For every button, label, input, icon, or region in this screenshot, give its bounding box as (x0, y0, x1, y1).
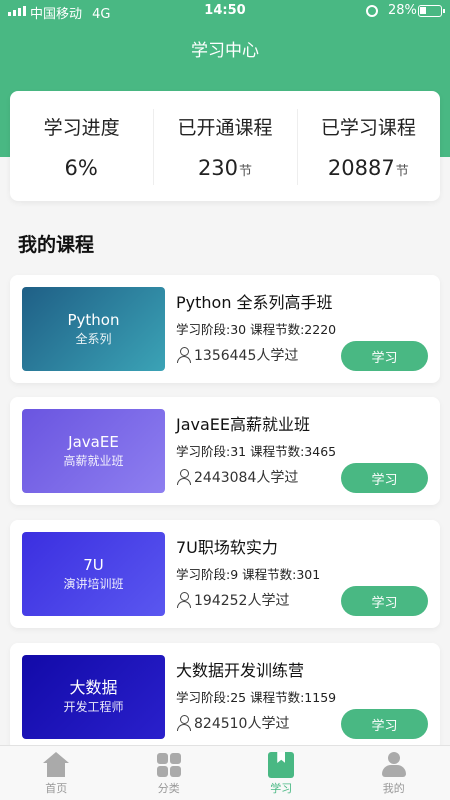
category-grid-icon (156, 752, 182, 778)
course-meta: 学习阶段:31 课程节数:3465 (176, 444, 337, 459)
status-bar: 中国移动 4G 14:50 28% (0, 0, 450, 22)
section-title: 我的课程 (18, 234, 95, 256)
stat-value: 6% (64, 156, 98, 180)
learner-count: 824510人学过 (194, 716, 290, 732)
course-title[interactable]: 大数据开发训练营 (176, 657, 304, 681)
tab-home[interactable]: 首页 (0, 746, 113, 800)
course-title[interactable]: Python 全系列高手班 (176, 289, 333, 313)
tab-label: 分类 (157, 782, 180, 795)
battery-icon (418, 5, 445, 17)
course-card[interactable]: 7U 演讲培训班 7U职场软实力 学习阶段:9 课程节数:301 194252人… (10, 520, 440, 628)
rotation-lock-icon (366, 5, 378, 17)
study-button[interactable]: 学习 (341, 463, 428, 493)
course-card[interactable]: 大数据 开发工程师 大数据开发训练营 学习阶段:25 课程节数:1159 824… (10, 643, 440, 751)
learner-count: 194252人学过 (194, 593, 290, 609)
tab-label: 我的 (382, 782, 405, 795)
bookmark-icon (268, 752, 295, 778)
stat-unit: 节 (239, 164, 253, 179)
course-thumbnail[interactable]: JavaEE 高薪就业班 (22, 409, 165, 493)
study-button[interactable]: 学习 (341, 709, 428, 739)
course-meta: 学习阶段:30 课程节数:2220 (176, 322, 337, 337)
tab-category[interactable]: 分类 (113, 746, 226, 800)
tab-profile[interactable]: 我的 (338, 746, 450, 800)
course-title[interactable]: 7U职场软实力 (176, 534, 278, 558)
course-thumbnail[interactable]: 大数据 开发工程师 (22, 655, 165, 739)
course-card[interactable]: Python 全系列 Python 全系列高手班 学习阶段:30 课程节数:22… (10, 275, 440, 383)
study-button[interactable]: 学习 (341, 341, 428, 371)
tab-study[interactable]: 学习 (225, 746, 338, 800)
person-icon (176, 592, 192, 608)
course-meta: 学习阶段:25 课程节数:1159 (176, 690, 337, 705)
stat-label: 学习进度 (43, 117, 120, 139)
bottom-tab-bar: 首页 分类 学习 我的 (0, 745, 450, 800)
status-time: 14:50 (204, 3, 246, 18)
tab-label: 首页 (45, 782, 68, 795)
person-icon (176, 469, 192, 485)
course-thumbnail[interactable]: Python 全系列 (22, 287, 165, 371)
profile-icon (381, 752, 407, 778)
course-card[interactable]: JavaEE 高薪就业班 JavaEE高薪就业班 学习阶段:31 课程节数:34… (10, 397, 440, 505)
stat-learned[interactable]: 已学习课程 20887节 (296, 91, 440, 201)
battery-percent: 28% (388, 3, 417, 18)
person-icon (176, 347, 192, 363)
stat-label: 已学习课程 (320, 117, 416, 139)
stat-value: 230 (197, 156, 239, 180)
stats-card: 学习进度 6% 已开通课程 230节 已学习课程 20887节 (10, 91, 440, 201)
tab-label: 学习 (270, 782, 293, 795)
course-title[interactable]: JavaEE高薪就业班 (176, 411, 310, 435)
stat-label: 已开通课程 (177, 117, 273, 139)
course-meta: 学习阶段:9 课程节数:301 (176, 567, 321, 582)
stat-value: 20887 (327, 156, 395, 180)
stat-progress[interactable]: 学习进度 6% (10, 91, 153, 201)
page-title: 学习中心 (191, 41, 259, 61)
person-icon (176, 715, 192, 731)
learner-count: 1356445人学过 (194, 348, 299, 364)
stat-enrolled[interactable]: 已开通课程 230节 (153, 91, 296, 201)
study-button[interactable]: 学习 (341, 586, 428, 616)
home-icon (43, 752, 70, 778)
course-thumbnail[interactable]: 7U 演讲培训班 (22, 532, 165, 616)
learner-count: 2443084人学过 (194, 470, 299, 486)
stat-unit: 节 (395, 164, 409, 179)
